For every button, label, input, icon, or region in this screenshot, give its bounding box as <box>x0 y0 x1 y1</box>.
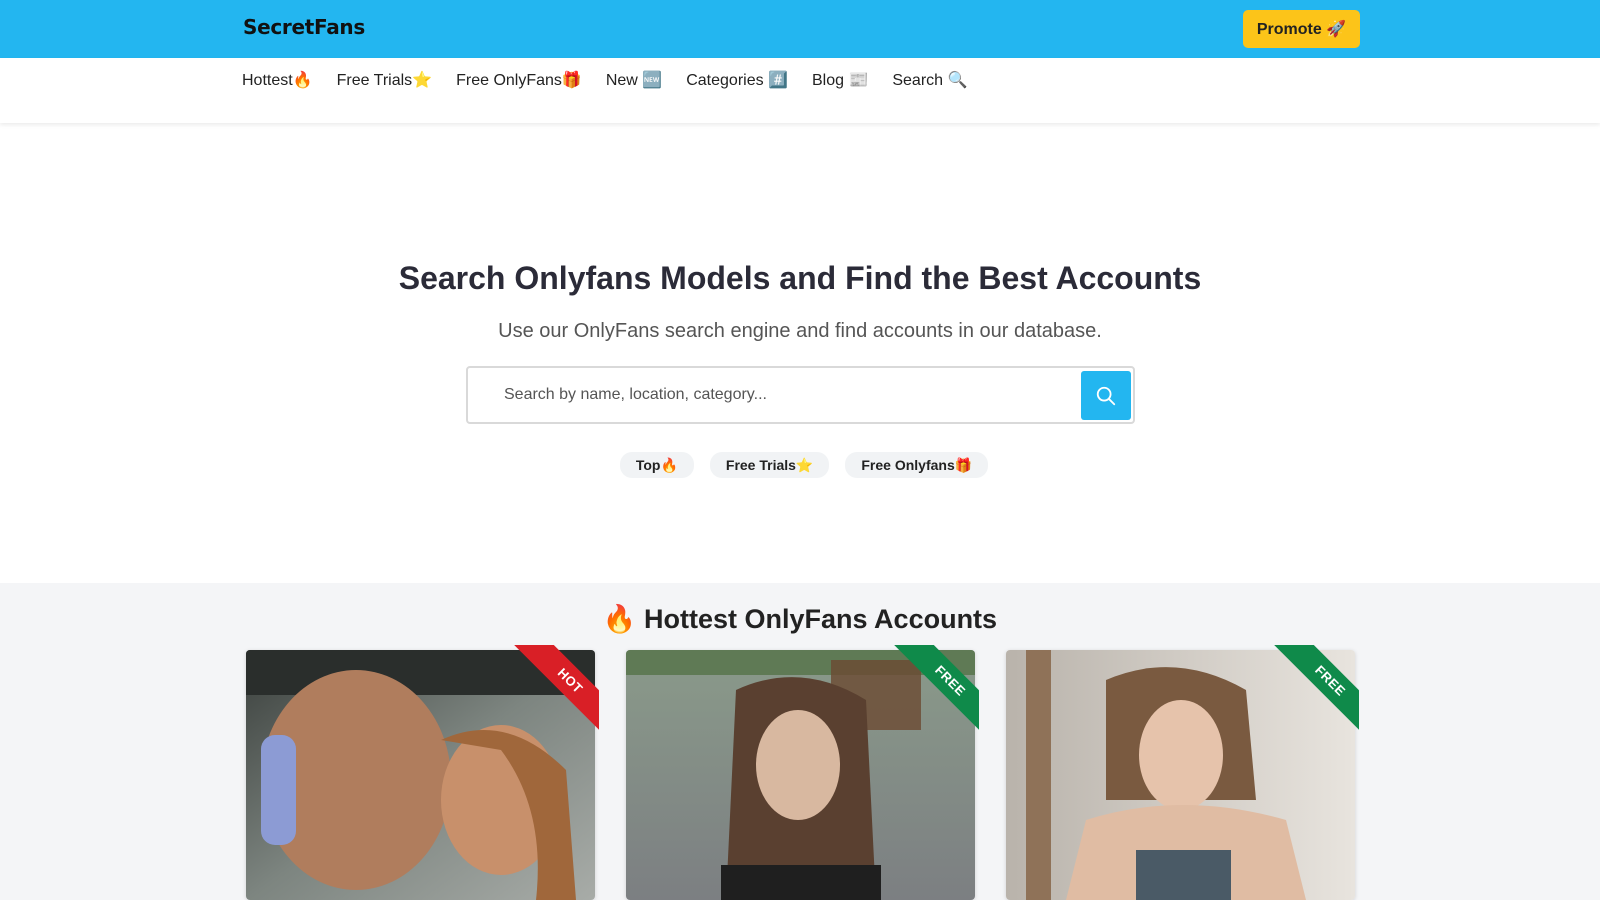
ribbon-free-label: FREE <box>894 645 979 737</box>
hero-title: Search Onlyfans Models and Find the Best… <box>398 260 1202 296</box>
main-nav: Hottest🔥 Free Trials⭐ Free OnlyFans🎁 New… <box>0 58 1600 123</box>
pill-free-onlyfans[interactable]: Free Onlyfans🎁 <box>845 452 989 478</box>
ribbon-2: FREE <box>885 645 979 739</box>
top-header: SecretFans Promote 🚀 <box>0 0 1600 58</box>
search-icon <box>1096 386 1116 405</box>
quick-filters: Top🔥 Free Trials⭐ Free Onlyfans🎁 <box>0 452 1600 478</box>
nav-item-new[interactable]: New 🆕 <box>606 71 662 91</box>
promote-button[interactable]: Promote 🚀 <box>1243 10 1360 48</box>
nav-item-hottest[interactable]: Hottest🔥 <box>242 71 313 91</box>
nav-item-free-onlyfans[interactable]: Free OnlyFans🎁 <box>456 71 582 91</box>
nav-item-free-trials[interactable]: Free Trials⭐ <box>337 71 433 91</box>
pill-top[interactable]: Top🔥 <box>619 452 694 478</box>
ribbon-hot-label: HOT <box>514 645 599 737</box>
search-input[interactable] <box>504 380 1064 410</box>
site-logo[interactable]: SecretFans <box>243 15 365 39</box>
nav-item-categories[interactable]: Categories #️⃣ <box>686 71 788 91</box>
ribbon-3: FREE <box>1265 645 1359 739</box>
section-title: 🔥 Hottest OnlyFans Accounts <box>602 604 998 634</box>
hero-subtitle: Use our OnlyFans search engine and find … <box>498 320 1102 342</box>
search-bar <box>466 366 1135 424</box>
ribbon-free-label: FREE <box>1274 645 1359 737</box>
ribbon-1: HOT <box>505 645 599 739</box>
nav-item-search[interactable]: Search 🔍 <box>892 71 967 91</box>
pill-free-trials[interactable]: Free Trials⭐ <box>709 452 830 478</box>
nav-item-blog[interactable]: Blog 📰 <box>812 71 868 91</box>
search-button[interactable] <box>1081 371 1131 420</box>
